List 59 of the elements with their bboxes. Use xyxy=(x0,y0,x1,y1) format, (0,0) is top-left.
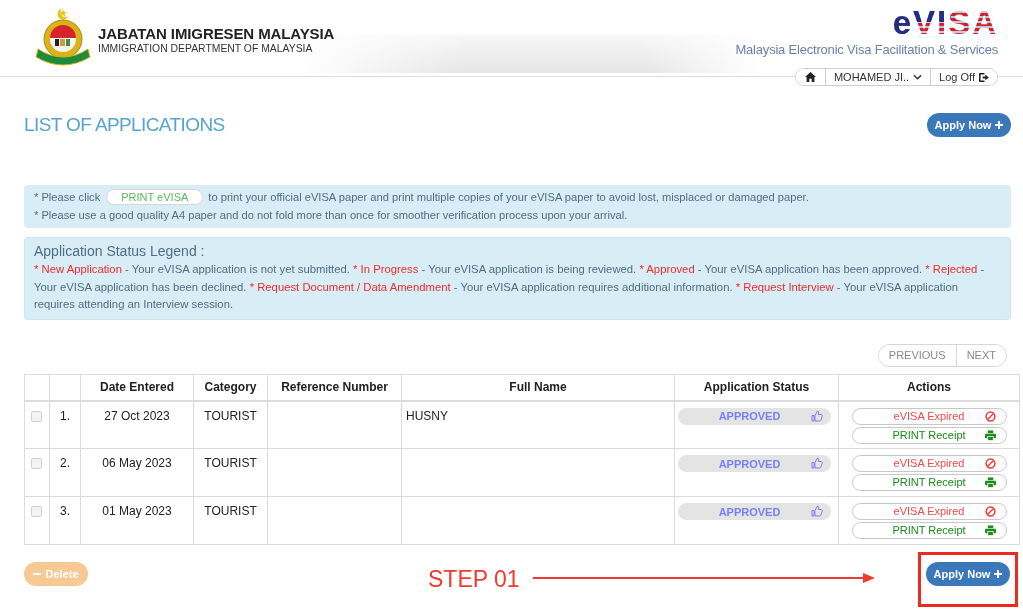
minus-icon xyxy=(33,573,42,575)
apply-now-button[interactable]: Apply Now xyxy=(927,113,1011,137)
next-button[interactable]: NEXT xyxy=(955,344,1006,366)
print-receipt-button[interactable]: PRINT Receipt xyxy=(851,522,1007,539)
agency-name: JABATAN IMIGRESEN MALAYSIA xyxy=(98,25,335,42)
printer-icon xyxy=(984,429,996,441)
category-cell: TOURIST xyxy=(193,448,268,497)
ban-icon xyxy=(984,410,996,422)
printer-icon xyxy=(984,525,996,536)
row-number: 2. xyxy=(49,448,81,497)
row-number: 3. xyxy=(49,496,81,545)
column-header: Application Status xyxy=(674,374,839,401)
notice-text: to print your official eVISA paper and print multiple copies of your eVISA paper to avoid lost, misplaced or damaged paper. xyxy=(208,191,809,203)
full-name-cell: HUSNY xyxy=(401,400,675,449)
logout-icon xyxy=(979,72,989,82)
category-cell: TOURIST xyxy=(193,496,268,545)
evisa-expired-button[interactable]: eVISA Expired xyxy=(851,455,1007,472)
crest-logo xyxy=(35,7,91,67)
category-cell: TOURIST xyxy=(193,400,268,449)
date-cell: 27 Oct 2023 xyxy=(80,400,194,449)
plus-icon xyxy=(994,570,1003,578)
evisa-expired-button[interactable]: eVISA Expired xyxy=(851,503,1007,520)
page-title: LIST OF APPLICATIONS xyxy=(24,113,225,137)
ban-icon xyxy=(984,506,996,517)
thumbs-up-icon xyxy=(811,505,823,517)
printer-icon xyxy=(984,477,996,488)
step-label: STEP 01 xyxy=(428,566,520,592)
notice-text: * Please click xyxy=(34,191,101,203)
column-header: Category xyxy=(193,374,268,401)
print-receipt-button[interactable]: PRINT Receipt xyxy=(851,426,1007,444)
ban-icon xyxy=(984,458,996,469)
row-checkbox[interactable] xyxy=(31,458,42,469)
column-header: Date Entered xyxy=(80,374,194,401)
thumbs-up-icon xyxy=(811,409,823,422)
tagline: Malaysia Electronic Visa Facilitation & Services xyxy=(735,42,998,58)
log-off-button[interactable]: Log Off xyxy=(930,69,997,85)
print-evisa-button[interactable]: PRINT eVISA xyxy=(106,189,204,205)
column-header: Full Name xyxy=(401,374,675,401)
row-checkbox[interactable] xyxy=(31,506,42,517)
legend-text: * New Application - Your eVISA application is not yet submitted. * In Progress - Your eVISA application is being reviewed. * Approved - Your eVISA application has been approved. * Rejected - Your eVISA application has been declined. * Request Document / Data Amendment - Your eVISA application requires additional information. * Request Interview - Your eVISA application requires attending an Interview session. xyxy=(34,262,986,312)
row-number: 1. xyxy=(49,400,81,449)
notice-text: * Please use a good quality A4 paper and do not fold more than once for smoother verification process upon your arrival. xyxy=(34,209,628,221)
apply-now-button[interactable]: Apply Now xyxy=(926,562,1010,586)
evisa-expired-button[interactable]: eVISA Expired xyxy=(851,407,1007,425)
column-header: Reference Number xyxy=(267,374,402,401)
status-label: APPROVED xyxy=(718,504,781,519)
plus-icon xyxy=(995,121,1004,129)
status-label: APPROVED xyxy=(718,456,781,471)
thumbs-up-icon xyxy=(811,457,823,469)
home-icon xyxy=(804,72,816,82)
date-cell: 01 May 2023 xyxy=(80,496,194,545)
chevron-down-icon xyxy=(913,74,923,80)
print-receipt-button[interactable]: PRINT Receipt xyxy=(851,474,1007,491)
legend-title: Application Status Legend : xyxy=(34,242,206,261)
row-checkbox[interactable] xyxy=(31,410,42,422)
column-header: Actions xyxy=(838,374,1020,401)
date-cell: 06 May 2023 xyxy=(80,448,194,497)
agency-subtitle: IMMIGRATION DEPARTMENT OF MALAYSIA xyxy=(98,43,314,55)
status-label: APPROVED xyxy=(718,409,781,423)
